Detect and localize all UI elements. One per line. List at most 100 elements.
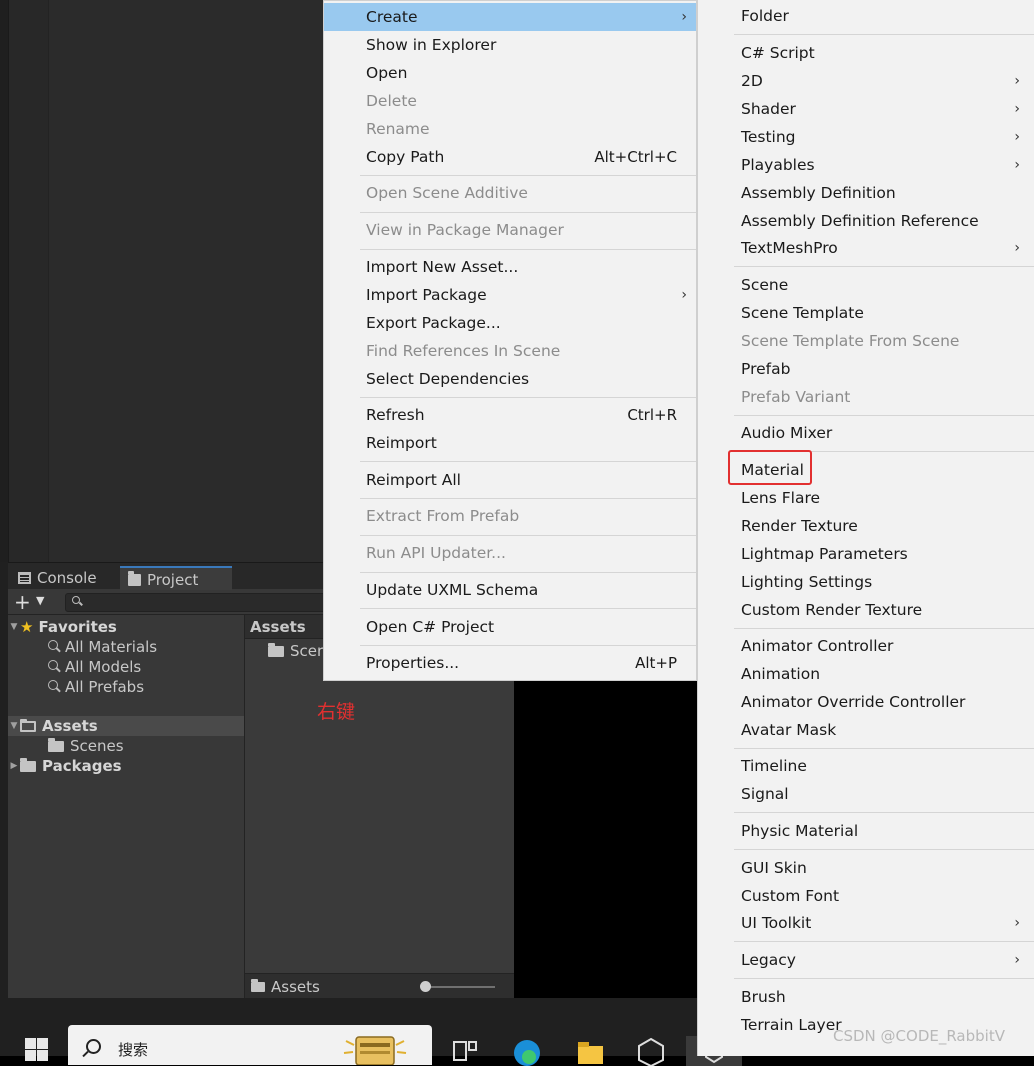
expand-arrow-icon[interactable]: ▼ [8,721,20,731]
edge-browser-icon[interactable] [512,1036,542,1066]
create-item-gui-skin[interactable]: GUI Skin [698,854,1034,882]
menu-item-label: Brush [741,988,786,1006]
menu-item-copy-path[interactable]: Copy Path Alt+Ctrl+C [324,143,696,171]
chevron-right-icon: › [681,9,687,25]
file-explorer-icon[interactable] [575,1036,605,1066]
menu-item-delete[interactable]: Delete [324,87,696,115]
right-click-annotation: 右键 [317,701,356,723]
create-item-timeline[interactable]: Timeline [698,752,1034,780]
taskbar-search-input[interactable]: 搜索 [68,1025,432,1065]
menu-item-export-package[interactable]: Export Package... [324,309,696,337]
menu-separator [360,498,696,499]
breadcrumb[interactable]: Assets [271,978,320,996]
menu-item-import-package[interactable]: Import Package › [324,281,696,309]
create-item-prefab-variant[interactable]: Prefab Variant [698,383,1034,411]
menu-item-view-in-package-manager[interactable]: View in Package Manager [324,216,696,244]
menu-item-reimport-all[interactable]: Reimport All [324,466,696,494]
search-input[interactable] [65,593,327,612]
tree-item-scenes[interactable]: Scenes [8,736,244,756]
create-item-animation[interactable]: Animation [698,660,1034,688]
create-item-folder[interactable]: Folder [698,2,1034,30]
menu-item-label: Scene [741,276,789,294]
create-item-shader[interactable]: Shader › [698,95,1034,123]
tree-item-all-models[interactable]: All Models [8,657,244,677]
zoom-slider[interactable] [420,981,495,992]
menu-item-label: Select Dependencies [366,370,530,388]
menu-item-rename[interactable]: Rename [324,115,696,143]
expand-arrow-icon[interactable]: ▼ [8,622,20,632]
create-item-animator-controller[interactable]: Animator Controller [698,632,1034,660]
menu-item-label: Audio Mixer [741,424,833,442]
create-item-physic-material[interactable]: Physic Material [698,817,1034,845]
create-item-csharp-script[interactable]: C# Script [698,39,1034,67]
create-item-brush[interactable]: Brush [698,983,1034,1011]
create-item-prefab[interactable]: Prefab [698,355,1034,383]
menu-item-reimport[interactable]: Reimport [324,429,696,457]
task-view-icon[interactable] [450,1036,480,1066]
create-item-animator-override-controller[interactable]: Animator Override Controller [698,688,1034,716]
tree-item-packages[interactable]: ▶ Packages [8,756,244,776]
create-item-audio-mixer[interactable]: Audio Mixer [698,419,1034,447]
menu-item-open-scene-additive[interactable]: Open Scene Additive [324,179,696,207]
create-item-lighting-settings[interactable]: Lighting Settings [698,568,1034,596]
asset-folder-scenes[interactable]: Scer [268,642,323,660]
menu-item-open-csharp-project[interactable]: Open C# Project [324,613,696,641]
chevron-down-icon[interactable]: ▼ [36,594,44,607]
menu-item-open[interactable]: Open [324,59,696,87]
create-item-custom-render-texture[interactable]: Custom Render Texture [698,596,1034,624]
tree-item-label: Scenes [70,737,124,755]
add-button[interactable]: + [14,592,31,612]
tree-item-all-materials[interactable]: All Materials [8,637,244,657]
menu-item-select-dependencies[interactable]: Select Dependencies [324,365,696,393]
asset-folder-label: Scer [290,642,324,660]
menu-separator [734,941,1034,942]
menu-item-label: Refresh [366,406,425,424]
create-item-scene[interactable]: Scene [698,271,1034,299]
create-item-signal[interactable]: Signal [698,780,1034,808]
create-submenu: Folder C# Script 2D › Shader › Testing ›… [697,0,1034,1056]
create-item-ui-toolkit[interactable]: UI Toolkit › [698,909,1034,937]
create-item-lens-flare[interactable]: Lens Flare [698,484,1034,512]
menu-item-refresh[interactable]: Refresh Ctrl+R [324,401,696,429]
menu-item-update-uxml-schema[interactable]: Update UXML Schema [324,576,696,604]
create-item-playables[interactable]: Playables › [698,151,1034,179]
create-item-testing[interactable]: Testing › [698,123,1034,151]
create-item-avatar-mask[interactable]: Avatar Mask [698,716,1034,744]
create-item-2d[interactable]: 2D › [698,67,1034,95]
unity-hub-icon[interactable] [636,1036,666,1066]
create-item-textmeshpro[interactable]: TextMeshPro › [698,234,1034,262]
create-item-custom-font[interactable]: Custom Font [698,882,1034,910]
tree-item-label: All Models [65,658,142,676]
menu-item-extract-from-prefab[interactable]: Extract From Prefab [324,502,696,530]
create-item-assembly-definition-reference[interactable]: Assembly Definition Reference [698,207,1034,235]
menu-item-run-api-updater[interactable]: Run API Updater... [324,539,696,567]
menu-item-create[interactable]: Create › [324,3,696,31]
menu-item-properties[interactable]: Properties... Alt+P [324,649,696,677]
tab-console-label: Console [37,569,97,587]
menu-separator [360,212,696,213]
zoom-slider-thumb[interactable] [420,981,431,992]
expand-arrow-icon[interactable]: ▶ [8,761,20,771]
create-item-assembly-definition[interactable]: Assembly Definition [698,179,1034,207]
menu-item-label: UI Toolkit [741,914,812,932]
menu-separator [734,266,1034,267]
tree-item-all-prefabs[interactable]: All Prefabs [8,677,244,697]
create-item-scene-template-from-scene[interactable]: Scene Template From Scene [698,327,1034,355]
menu-item-shortcut: Alt+P [635,654,677,672]
tree-item-favorites[interactable]: ▼ ★ Favorites [8,617,244,637]
menu-item-label: Open C# Project [366,618,495,636]
create-item-legacy[interactable]: Legacy › [698,946,1034,974]
tree-item-assets[interactable]: ▼ Assets [8,716,244,736]
create-item-lightmap-parameters[interactable]: Lightmap Parameters [698,540,1034,568]
menu-item-import-new-asset[interactable]: Import New Asset... [324,253,696,281]
menu-item-show-in-explorer[interactable]: Show in Explorer [324,31,696,59]
menu-item-label: Import Package [366,286,487,304]
menu-item-find-references[interactable]: Find References In Scene [324,337,696,365]
tab-project[interactable]: Project [120,566,232,591]
menu-item-label: Avatar Mask [741,721,837,739]
windows-start-button[interactable] [25,1038,49,1062]
create-item-scene-template[interactable]: Scene Template [698,299,1034,327]
search-highlight-icon[interactable] [340,1029,410,1065]
tab-console[interactable]: Console [10,567,105,589]
create-item-render-texture[interactable]: Render Texture [698,512,1034,540]
